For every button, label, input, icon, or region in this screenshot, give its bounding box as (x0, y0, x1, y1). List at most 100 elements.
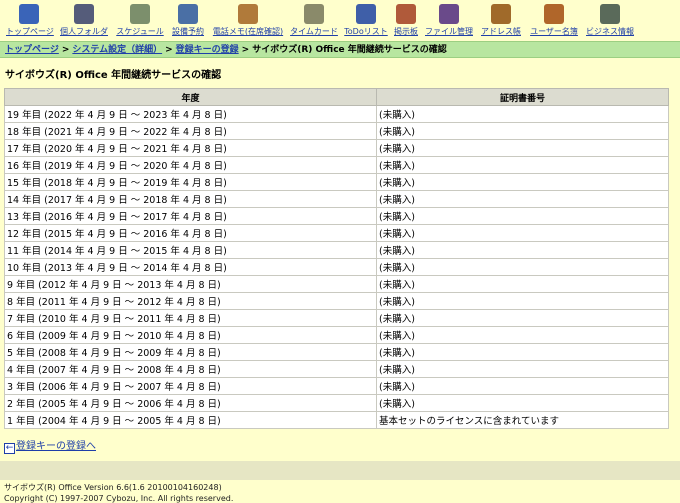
table-row: 5 年目 (2008 年 4 月 9 日 ～ 2009 年 4 月 8 日) (未… (4, 343, 669, 361)
top-page-icon (19, 4, 39, 24)
table-row: 8 年目 (2011 年 4 月 9 日 ～ 2012 年 4 月 8 日) (未… (4, 292, 669, 310)
license-table: 年度 証明書番号 19 年目 (2022 年 4 月 9 日 ～ 2023 年 … (4, 88, 669, 429)
phone-memo-icon (238, 4, 258, 24)
table-row: 16 年目 (2019 年 4 月 9 日 ～ 2020 年 4 月 8 日)(… (4, 156, 669, 174)
year-cell: 3 年目 (2006 年 4 月 9 日 ～ 2007 年 4 月 8 日) (4, 377, 377, 395)
certificate-cell: (未購入) (376, 360, 669, 378)
table-row: 1 年目 (2004 年 4 月 9 日 ～ 2005 年 4 月 8 日) 基本… (4, 411, 669, 429)
app-label: アドレス帳 (481, 27, 521, 36)
file-management-icon (439, 4, 459, 24)
table-row: 19 年目 (2022 年 4 月 9 日 ～ 2023 年 4 月 8 日)(… (4, 105, 669, 123)
back-arrow-icon: ← (4, 443, 15, 454)
year-cell: 10 年目 (2013 年 4 月 9 日 ～ 2014 年 4 月 8 日) (4, 258, 377, 276)
app-toolbar: トップページ 個人フォルダ スケジュール 設備予約 電話メモ(在席確認) タイム… (0, 0, 680, 40)
app-label: ToDoリスト (344, 27, 388, 36)
user-directory-icon (544, 4, 564, 24)
certificate-cell: (未購入) (376, 258, 669, 276)
year-cell: 16 年目 (2019 年 4 月 9 日 ～ 2020 年 4 月 8 日) (4, 156, 377, 174)
certificate-cell: (未購入) (376, 224, 669, 242)
certificate-cell: (未購入) (376, 326, 669, 344)
table-row: 3 年目 (2006 年 4 月 9 日 ～ 2007 年 4 月 8 日) (未… (4, 377, 669, 395)
year-cell: 14 年目 (2017 年 4 月 9 日 ～ 2018 年 4 月 8 日) (4, 190, 377, 208)
certificate-cell: (未購入) (376, 207, 669, 225)
column-header-certificate: 証明書番号 (376, 88, 669, 106)
year-cell: 4 年目 (2007 年 4 月 9 日 ～ 2008 年 4 月 8 日) (4, 360, 377, 378)
table-row: 9 年目 (2012 年 4 月 9 日 ～ 2013 年 4 月 8 日) (未… (4, 275, 669, 293)
certificate-cell: (未購入) (376, 156, 669, 174)
year-cell: 5 年目 (2008 年 4 月 9 日 ～ 2009 年 4 月 8 日) (4, 343, 377, 361)
address-book-icon (491, 4, 511, 24)
year-cell: 1 年目 (2004 年 4 月 9 日 ～ 2005 年 4 月 8 日) (4, 411, 377, 429)
year-cell: 18 年目 (2021 年 4 月 9 日 ～ 2022 年 4 月 8 日) (4, 122, 377, 140)
business-info-icon (600, 4, 620, 24)
app-label: ビジネス情報 (586, 27, 634, 36)
certificate-cell: (未購入) (376, 377, 669, 395)
app-phone-memo[interactable]: 電話メモ(在席確認) (210, 4, 286, 37)
version-text: サイボウズ(R) Office Version 6.6(1.6 20100104… (4, 483, 222, 492)
schedule-icon (130, 4, 150, 24)
breadcrumb-separator: > (165, 45, 173, 55)
app-label: ファイル管理 (425, 27, 473, 36)
table-row: 14 年目 (2017 年 4 月 9 日 ～ 2018 年 4 月 8 日)(… (4, 190, 669, 208)
breadcrumb-system-settings[interactable]: システム設定（詳細） (72, 45, 162, 55)
certificate-cell: (未購入) (376, 139, 669, 157)
year-cell: 9 年目 (2012 年 4 月 9 日 ～ 2013 年 4 月 8 日) (4, 275, 377, 293)
app-label: トップページ (6, 27, 54, 36)
breadcrumb-separator: > (241, 45, 250, 55)
certificate-cell: (未購入) (376, 105, 669, 123)
app-label: 掲示板 (394, 27, 418, 36)
app-schedule[interactable]: スケジュール (114, 4, 166, 37)
app-label: ユーザー名簿 (530, 27, 578, 36)
app-personal-folder[interactable]: 個人フォルダ (58, 4, 110, 37)
year-cell: 7 年目 (2010 年 4 月 9 日 ～ 2011 年 4 月 8 日) (4, 309, 377, 327)
app-label: 個人フォルダ (60, 27, 108, 36)
app-business-info[interactable]: ビジネス情報 (584, 4, 636, 37)
breadcrumb-current: サイボウズ(R) Office 年間継続サービスの確認 (252, 45, 447, 55)
certificate-cell: (未購入) (376, 292, 669, 310)
app-user-directory[interactable]: ユーザー名簿 (528, 4, 580, 37)
back-link[interactable]: ← 登録キーの登録へ (4, 437, 96, 454)
table-row: 18 年目 (2021 年 4 月 9 日 ～ 2022 年 4 月 8 日)(… (4, 122, 669, 140)
app-label: タイムカード (290, 27, 338, 36)
breadcrumb-register-key[interactable]: 登録キーの登録 (176, 45, 239, 55)
year-cell: 8 年目 (2011 年 4 月 9 日 ～ 2012 年 4 月 8 日) (4, 292, 377, 310)
certificate-cell: (未購入) (376, 173, 669, 191)
page-title: サイボウズ(R) Office 年間継続サービスの確認 (5, 70, 222, 81)
certificate-cell: (未購入) (376, 190, 669, 208)
bulletin-board-icon (396, 4, 416, 24)
table-row: 15 年目 (2018 年 4 月 9 日 ～ 2019 年 4 月 8 日)(… (4, 173, 669, 191)
year-cell: 17 年目 (2020 年 4 月 9 日 ～ 2021 年 4 月 8 日) (4, 139, 377, 157)
copyright-text: Copyright (C) 1997-2007 Cybozu, Inc. All… (4, 494, 234, 503)
app-address-book[interactable]: アドレス帳 (479, 4, 523, 37)
certificate-cell: (未購入) (376, 343, 669, 361)
table-header-row: 年度 証明書番号 (4, 88, 669, 106)
year-cell: 2 年目 (2005 年 4 月 9 日 ～ 2006 年 4 月 8 日) (4, 394, 377, 412)
certificate-cell: (未購入) (376, 394, 669, 412)
table-row: 10 年目 (2013 年 4 月 9 日 ～ 2014 年 4 月 8 日)(… (4, 258, 669, 276)
table-row: 12 年目 (2015 年 4 月 9 日 ～ 2016 年 4 月 8 日)(… (4, 224, 669, 242)
table-row: 6 年目 (2009 年 4 月 9 日 ～ 2010 年 4 月 8 日) (未… (4, 326, 669, 344)
table-row: 17 年目 (2020 年 4 月 9 日 ～ 2021 年 4 月 8 日)(… (4, 139, 669, 157)
app-top-page[interactable]: トップページ (6, 4, 54, 37)
certificate-cell: (未購入) (376, 275, 669, 293)
app-facility-reservation[interactable]: 設備予約 (170, 4, 206, 37)
todo-list-icon (356, 4, 376, 24)
table-row: 4 年目 (2007 年 4 月 9 日 ～ 2008 年 4 月 8 日) (未… (4, 360, 669, 378)
app-file-management[interactable]: ファイル管理 (424, 4, 474, 37)
app-label: 設備予約 (172, 27, 204, 36)
footer-bar (0, 461, 680, 480)
year-cell: 6 年目 (2009 年 4 月 9 日 ～ 2010 年 4 月 8 日) (4, 326, 377, 344)
back-link-label[interactable]: 登録キーの登録へ (16, 441, 96, 452)
facility-reservation-icon (178, 4, 198, 24)
breadcrumb-separator: > (61, 45, 70, 55)
year-cell: 11 年目 (2014 年 4 月 9 日 ～ 2015 年 4 月 8 日) (4, 241, 377, 259)
app-timecard[interactable]: タイムカード (288, 4, 340, 37)
app-label: 電話メモ(在席確認) (212, 27, 284, 36)
app-todo-list[interactable]: ToDoリスト (344, 4, 388, 37)
table-row: 7 年目 (2010 年 4 月 9 日 ～ 2011 年 4 月 8 日) (未… (4, 309, 669, 327)
breadcrumb-top-page[interactable]: トップページ (5, 45, 59, 55)
timecard-icon (304, 4, 324, 24)
table-row: 13 年目 (2016 年 4 月 9 日 ～ 2017 年 4 月 8 日)(… (4, 207, 669, 225)
table-row: 11 年目 (2014 年 4 月 9 日 ～ 2015 年 4 月 8 日)(… (4, 241, 669, 259)
app-bulletin-board[interactable]: 掲示板 (392, 4, 420, 37)
